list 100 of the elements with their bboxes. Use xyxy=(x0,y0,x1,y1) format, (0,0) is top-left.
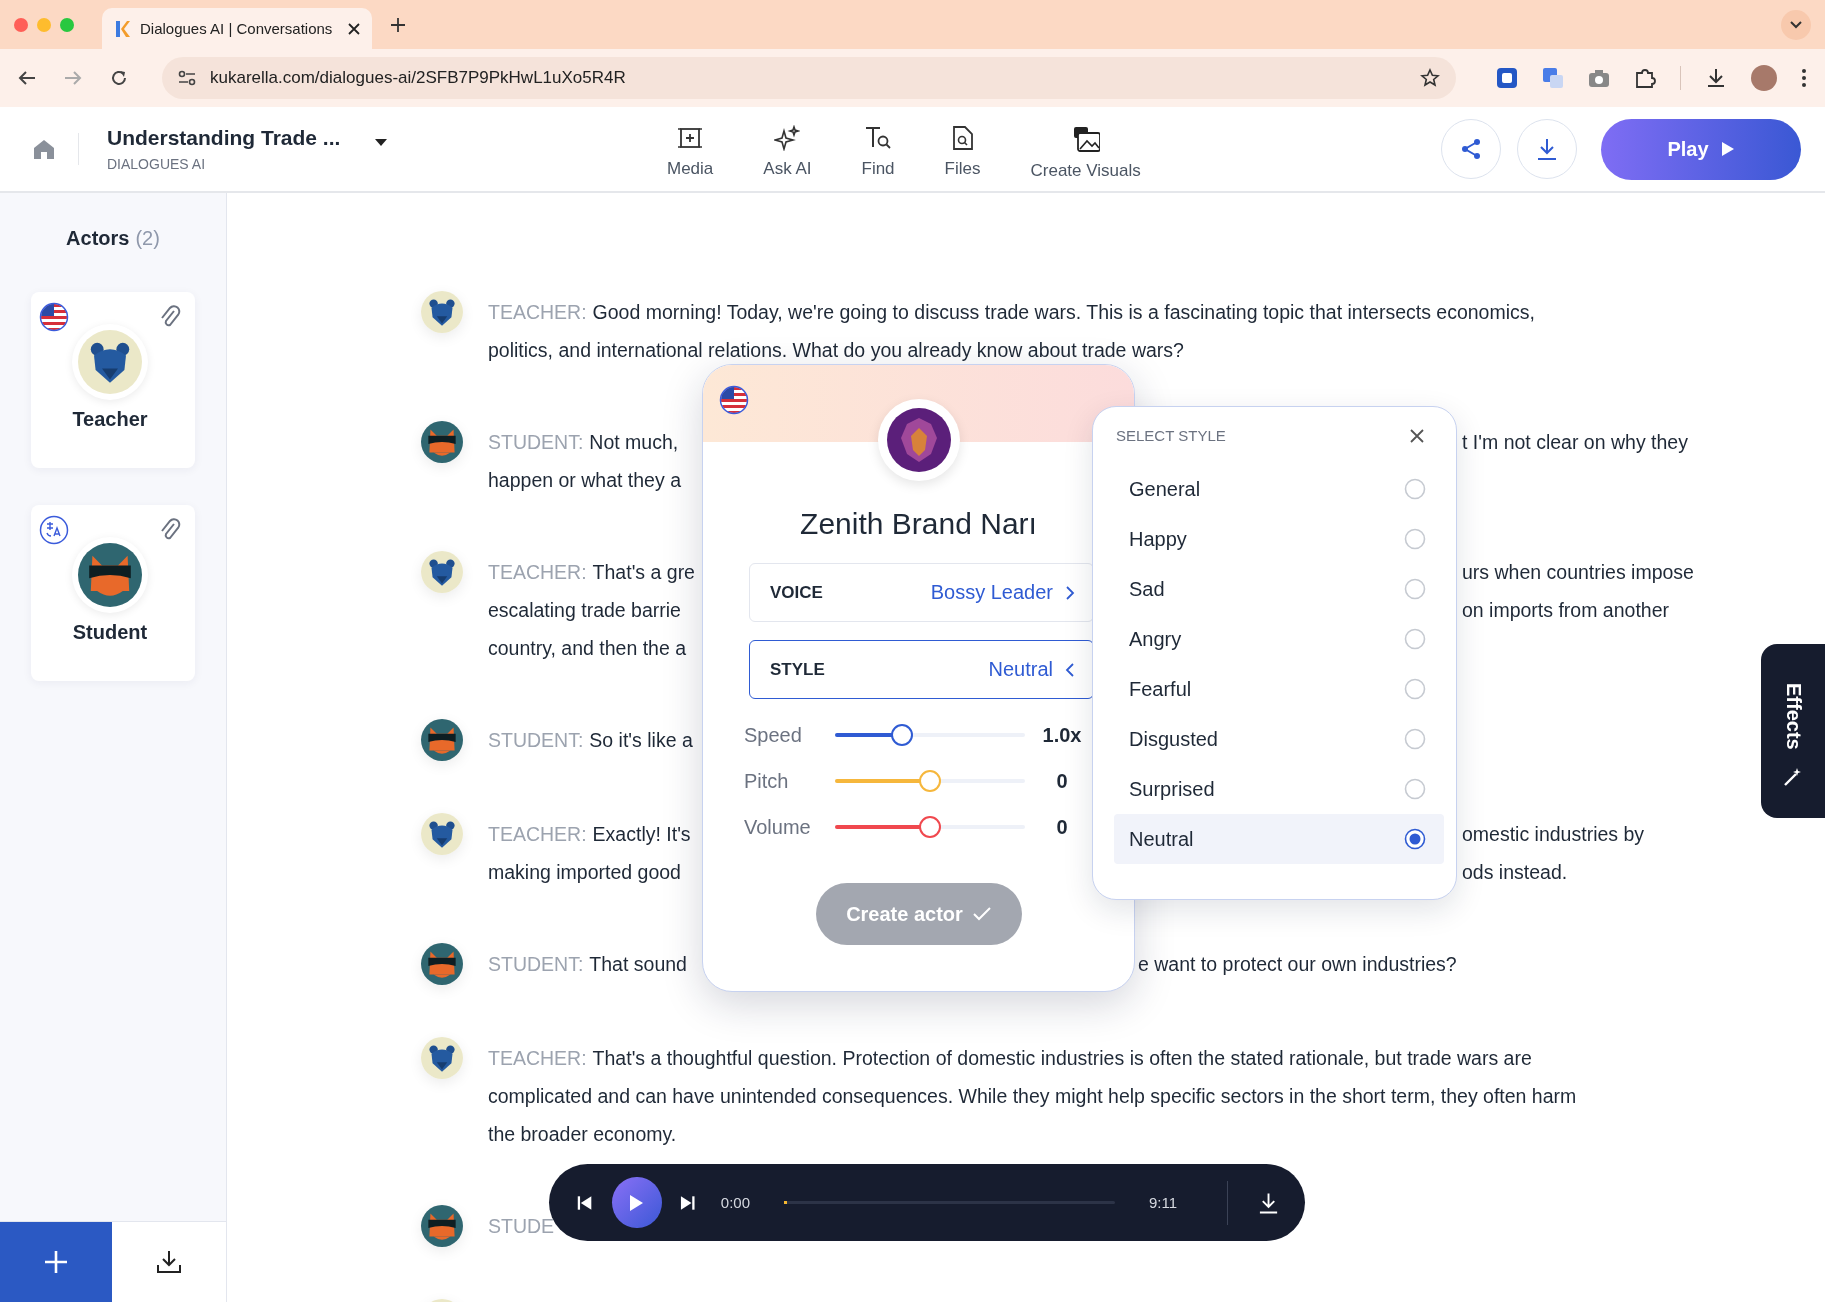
bookmark-star-icon[interactable] xyxy=(1420,68,1440,88)
slider-label: Pitch xyxy=(744,769,790,793)
lion-avatar xyxy=(886,408,951,472)
dialogue-text: omestic industries by xyxy=(1462,822,1645,846)
document-subtitle: DIALOGUES AI xyxy=(107,156,207,172)
actor-card[interactable]: Student xyxy=(31,505,195,681)
slider[interactable] xyxy=(835,770,1025,792)
effects-tab[interactable]: Effects xyxy=(1761,644,1825,818)
speaker-label: STUDENT: xyxy=(488,430,584,453)
dialogue-text: happen or what they a xyxy=(488,468,681,491)
translate-icon xyxy=(39,515,69,545)
chevron-down-icon xyxy=(1790,20,1802,29)
slider-label: Speed xyxy=(744,723,803,747)
camera-icon[interactable] xyxy=(1588,68,1610,88)
site-settings-icon[interactable] xyxy=(178,70,196,86)
play-button[interactable]: Play xyxy=(1601,118,1801,180)
actor-name-title: Zenith Brand Narı xyxy=(800,507,1037,541)
skip-forward-icon[interactable] xyxy=(679,1194,695,1211)
setting-row[interactable]: STYLE Neutral xyxy=(749,640,1094,699)
dialogue-text: So it's like a xyxy=(589,728,693,751)
home-icon[interactable] xyxy=(32,138,56,160)
play-button[interactable] xyxy=(612,1177,662,1228)
style-option[interactable]: Neutral xyxy=(1114,814,1444,864)
close-icon[interactable] xyxy=(348,22,360,35)
us-flag-icon xyxy=(719,385,749,415)
setting-row[interactable]: VOICE Bossy Leader xyxy=(749,563,1094,622)
k-logo-icon xyxy=(114,19,130,38)
chevron-icon xyxy=(1065,584,1075,601)
toolbar-button[interactable]: Find xyxy=(861,125,895,181)
radio-icon xyxy=(1404,778,1426,800)
dialogue-text: e want to protect our own industries? xyxy=(1138,952,1457,976)
dialogue-text: ods instead. xyxy=(1462,860,1569,884)
dialogue-text: That's a gre xyxy=(592,560,695,583)
dialogue-text: Good morning! Today, we're going to discuss trade wars. This is a fascinating topic that intersects economics, xyxy=(592,300,1535,323)
slider[interactable] xyxy=(835,816,1025,838)
download-icon xyxy=(1536,137,1558,161)
address-bar[interactable]: kukarella.com/dialogues-ai/2SFB7P9PkHwL1uXo5R4R xyxy=(162,57,1456,99)
slider-value: 0 xyxy=(1055,769,1069,793)
radio-icon xyxy=(1404,828,1426,850)
reload-icon[interactable] xyxy=(110,69,128,87)
dialogue-text: politics, and international relations. What do you already know about trade wars? xyxy=(488,338,1184,361)
url-text: kukarella.com/dialogues-ai/2SFB7P9PkHwL1uXo5R4R xyxy=(210,68,627,88)
puzzle-piece-icon[interactable] xyxy=(1634,67,1656,89)
dialogue-text: urs when countries impose xyxy=(1462,560,1694,584)
paperclip-icon[interactable] xyxy=(159,305,181,329)
speaker-label: TEACHER: xyxy=(488,822,587,845)
dialogue-text: That's a thoughtful question. Protection of domestic industries is often the stated rationale, but trade wars are xyxy=(592,1046,1532,1069)
play-icon xyxy=(1720,141,1735,157)
paperclip-icon[interactable] xyxy=(159,518,181,542)
toolbar-button[interactable]: Media xyxy=(667,125,714,181)
download-icon[interactable] xyxy=(1705,67,1727,89)
play-icon xyxy=(627,1193,644,1212)
total-time: 9:11 xyxy=(1148,1194,1177,1211)
radio-icon xyxy=(1404,478,1426,500)
bear-avatar xyxy=(421,1037,463,1079)
dialogue-text: complicated and can have unintended consequences. While they might help specific sectors in the short term, they often harm xyxy=(488,1084,1577,1107)
extension-icon[interactable] xyxy=(1496,67,1518,89)
radio-icon xyxy=(1404,628,1426,650)
speaker-label: STUDE xyxy=(488,1214,555,1238)
toolbar-button[interactable]: Ask AI xyxy=(763,125,812,181)
elapsed-time: 0:00 xyxy=(720,1194,750,1211)
share-icon xyxy=(1460,138,1482,160)
actor-card[interactable]: Teacher xyxy=(31,292,195,468)
speaker-label: STUDENT: xyxy=(488,728,584,751)
actors-heading: Actors xyxy=(66,227,130,250)
dialogue-text: the broader economy. xyxy=(488,1122,677,1145)
dialogue-text: Exactly! It's xyxy=(592,822,691,845)
tab-list-button[interactable] xyxy=(1781,9,1811,40)
fox-avatar xyxy=(421,421,463,463)
dialogue-text: making imported good xyxy=(488,860,681,883)
plus-icon xyxy=(43,1249,69,1275)
radio-icon xyxy=(1404,728,1426,750)
dialogue-text: That sound xyxy=(589,952,687,975)
document-title[interactable]: Understanding Trade ... xyxy=(107,126,341,150)
profile-avatar[interactable] xyxy=(1751,65,1777,91)
bear-avatar xyxy=(421,551,463,593)
actor-name: Teacher xyxy=(72,408,148,431)
back-arrow-icon[interactable] xyxy=(18,70,36,86)
dropdown-caret-icon[interactable] xyxy=(374,138,389,147)
speaker-label: TEACHER: xyxy=(488,560,587,583)
slider[interactable] xyxy=(835,724,1025,746)
toolbar-button[interactable]: Create Visuals xyxy=(1030,125,1141,181)
fox-avatar xyxy=(78,543,142,607)
dialogue-text: t I'm not clear on why they xyxy=(1462,430,1688,454)
dialogue-text: escalating trade barrie xyxy=(488,598,681,621)
more-menu-icon[interactable] xyxy=(1801,68,1807,88)
sparkle-icon xyxy=(774,125,801,151)
toolbar-button[interactable]: Files xyxy=(944,125,981,181)
browser-tab[interactable]: Dialogues AI | Conversations xyxy=(102,8,372,49)
radio-icon xyxy=(1404,528,1426,550)
file-search-icon xyxy=(950,125,975,151)
translate-extension-icon[interactable] xyxy=(1542,67,1564,89)
chevron-icon xyxy=(1065,661,1075,678)
download-icon[interactable] xyxy=(1257,1190,1279,1215)
new-tab-icon[interactable] xyxy=(390,16,406,33)
close-icon[interactable] xyxy=(1410,428,1424,443)
skip-back-icon[interactable] xyxy=(577,1194,593,1211)
speaker-label: TEACHER: xyxy=(488,300,587,323)
download-tray-icon xyxy=(156,1249,182,1275)
checkmark-icon xyxy=(972,907,991,921)
